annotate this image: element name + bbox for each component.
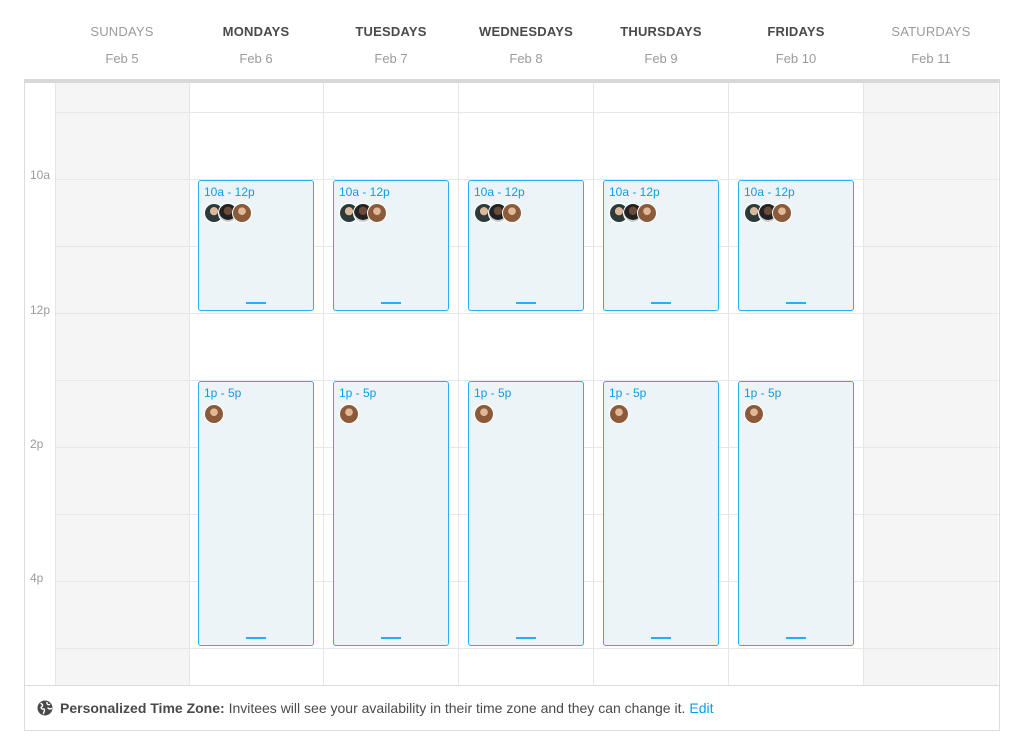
resize-handle[interactable] [246, 637, 266, 639]
time-range-label: 1p - 5p [339, 386, 377, 400]
availability-block-tuesday-afternoon[interactable]: 1p - 5p [333, 381, 449, 646]
avatar [637, 203, 657, 223]
resize-handle[interactable] [381, 302, 401, 304]
column-divider [863, 83, 864, 685]
avatar [744, 404, 764, 424]
grid-line [55, 648, 999, 649]
avatar [367, 203, 387, 223]
day-name: SUNDAYS [90, 24, 154, 39]
time-range-label: 10a - 12p [339, 185, 390, 199]
day-name: WEDNESDAYS [479, 24, 573, 39]
day-name: SATURDAYS [891, 24, 971, 39]
availability-block-friday-afternoon[interactable]: 1p - 5p [738, 381, 854, 646]
availability-block-monday-morning[interactable]: 10a - 12p [198, 180, 314, 311]
resize-handle[interactable] [651, 637, 671, 639]
day-header-sunday: SUNDAYS Feb 5 [55, 24, 189, 66]
column-divider [189, 83, 190, 685]
time-range-label: 10a - 12p [744, 185, 795, 199]
resize-handle[interactable] [246, 302, 266, 304]
timezone-notice-text: Personalized Time Zone: Invitees will se… [60, 700, 685, 716]
availability-block-thursday-afternoon[interactable]: 1p - 5p [603, 381, 719, 646]
time-range-label: 1p - 5p [744, 386, 782, 400]
time-label-12p: 12p [30, 303, 51, 317]
resize-handle[interactable] [786, 637, 806, 639]
day-date: Feb 9 [644, 51, 678, 66]
grid-line [55, 313, 999, 314]
day-header-saturday: SATURDAYS Feb 11 [864, 24, 998, 66]
column-divider [458, 83, 459, 685]
day-header-wednesday: WEDNESDAYS Feb 8 [459, 24, 593, 66]
time-range-label: 10a - 12p [204, 185, 255, 199]
time-label-10a: 10a [30, 168, 51, 182]
time-label-4p: 4p [30, 571, 44, 585]
day-header-thursday: THURSDAYS Feb 9 [594, 24, 728, 66]
day-header-tuesday: TUESDAYS Feb 7 [324, 24, 458, 66]
day-date: Feb 6 [239, 51, 273, 66]
avatar [772, 203, 792, 223]
day-name: THURSDAYS [620, 24, 702, 39]
day-name: TUESDAYS [355, 24, 427, 39]
availability-block-monday-afternoon[interactable]: 1p - 5p [198, 381, 314, 646]
column-divider [55, 83, 56, 685]
avatar [502, 203, 522, 223]
day-column-saturday[interactable] [864, 83, 998, 685]
weekly-availability-calendar: SUNDAYS Feb 5 MONDAYS Feb 6 TUESDAYS Feb… [0, 0, 1024, 755]
availability-block-wednesday-morning[interactable]: 10a - 12p [468, 180, 584, 311]
time-range-label: 10a - 12p [474, 185, 525, 199]
time-range-label: 1p - 5p [474, 386, 512, 400]
avatar [474, 404, 494, 424]
edit-timezone-link[interactable]: Edit [689, 700, 713, 716]
column-divider [593, 83, 594, 685]
time-range-label: 10a - 12p [609, 185, 660, 199]
resize-handle[interactable] [516, 302, 536, 304]
day-date: Feb 7 [374, 51, 408, 66]
time-label-2p: 2p [30, 437, 44, 451]
time-range-label: 1p - 5p [609, 386, 647, 400]
avatar [204, 404, 224, 424]
grid-line [55, 112, 999, 113]
resize-handle[interactable] [381, 637, 401, 639]
day-name: MONDAYS [222, 24, 290, 39]
avatar [339, 404, 359, 424]
day-date: Feb 10 [775, 51, 817, 66]
column-divider [728, 83, 729, 685]
day-date: Feb 11 [911, 51, 951, 66]
column-divider [323, 83, 324, 685]
day-date: Feb 5 [105, 51, 139, 66]
resize-handle[interactable] [786, 302, 806, 304]
availability-block-wednesday-afternoon[interactable]: 1p - 5p [468, 381, 584, 646]
time-range-label: 1p - 5p [204, 386, 242, 400]
timezone-notice-message: Invitees will see your availability in t… [228, 700, 686, 716]
timezone-notice-label: Personalized Time Zone: [60, 700, 225, 716]
resize-handle[interactable] [651, 302, 671, 304]
avatar [609, 404, 629, 424]
availability-block-friday-morning[interactable]: 10a - 12p [738, 180, 854, 311]
availability-block-tuesday-morning[interactable]: 10a - 12p [333, 180, 449, 311]
timezone-notice: Personalized Time Zone: Invitees will se… [25, 685, 999, 730]
availability-block-thursday-morning[interactable]: 10a - 12p [603, 180, 719, 311]
day-header-friday: FRIDAYS Feb 10 [729, 24, 863, 66]
day-header-monday: MONDAYS Feb 6 [189, 24, 323, 66]
avatar [232, 203, 252, 223]
day-name: FRIDAYS [767, 24, 825, 39]
day-date: Feb 8 [509, 51, 543, 66]
globe-icon [37, 700, 53, 716]
resize-handle[interactable] [516, 637, 536, 639]
day-column-sunday[interactable] [55, 83, 189, 685]
